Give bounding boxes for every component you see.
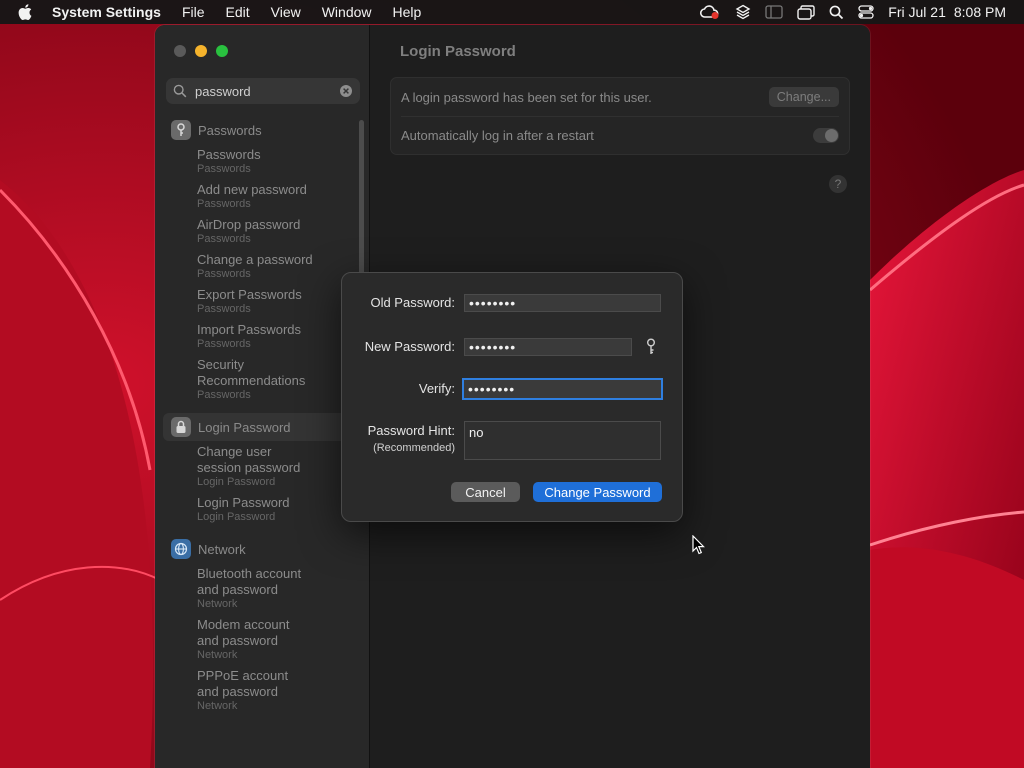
list-item[interactable]: Bluetooth account and password Network [163,563,355,614]
password-hint-label: Password Hint: [367,423,455,438]
category-label: Login Password [198,419,291,435]
cancel-button[interactable]: Cancel [451,482,520,502]
password-status-text: A login password has been set for this u… [401,89,652,105]
spotlight-search-icon[interactable] [829,0,844,24]
creative-cloud-icon[interactable] [699,0,721,24]
list-item[interactable]: Security Recommendations Passwords [163,354,355,405]
verify-password-field[interactable]: •••••••• [462,378,663,400]
menu-help[interactable]: Help [393,4,422,20]
sidebar: password Passwords Passwords Passwords Ad… [155,25,370,768]
auto-login-toggle[interactable] [813,128,839,143]
new-password-field[interactable]: •••••••• [464,338,632,356]
menu-view[interactable]: View [271,4,301,20]
auto-login-label: Automatically log in after a restart [401,127,594,143]
minimize-window-button[interactable] [195,45,207,57]
search-icon [173,84,187,98]
page-title: Login Password [400,43,516,60]
clear-search-icon[interactable] [339,84,353,98]
search-results-list: Passwords Passwords Passwords Add new pas… [163,116,355,716]
list-item[interactable]: Change user session password Login Passwo… [163,441,355,492]
category-network[interactable]: Network [163,535,355,563]
login-password-card: A login password has been set for this u… [390,77,850,155]
verify-label: Verify: [418,381,455,396]
menu-bar: System Settings File Edit View Window He… [0,0,1024,24]
apple-icon[interactable] [18,4,34,20]
password-hint-recommended: (Recommended) [373,442,455,454]
menubar-time: 8:08 PM [953,4,1006,20]
old-password-label: Old Password: [370,295,455,310]
layers-icon[interactable] [735,0,751,24]
list-item[interactable]: Change a password Passwords [163,249,355,284]
menu-window[interactable]: Window [322,4,372,20]
sidebar-search-field[interactable]: password [166,78,360,104]
auto-login-row: Automatically log in after a restart [401,116,839,154]
control-center-icon[interactable] [858,0,874,24]
list-item[interactable]: PPPoE account and password Network [163,665,355,716]
search-input[interactable]: password [195,84,339,99]
category-passwords[interactable]: Passwords [163,116,355,144]
window-controls [174,45,237,57]
category-login-password[interactable]: Login Password [163,413,355,441]
close-window-button[interactable] [174,45,186,57]
new-password-label: New Password: [364,339,455,354]
list-item[interactable]: Modem account and password Network [163,614,355,665]
key-icon [171,120,191,140]
mouse-pointer-icon [692,534,706,560]
menubar-clock[interactable]: Fri Jul 21 8:08 PM [888,4,1006,20]
menu-file[interactable]: File [182,4,205,20]
zoom-window-button[interactable] [216,45,228,57]
list-item[interactable]: AirDrop password Passwords [163,214,355,249]
list-item[interactable]: Export Passwords Passwords [163,284,355,319]
change-password-submit-button[interactable]: Change Password [533,482,662,502]
password-status-row: A login password has been set for this u… [401,78,839,117]
change-password-button[interactable]: Change... [768,87,839,107]
list-item[interactable]: Login Password Login Password [163,492,355,527]
list-item[interactable]: Import Passwords Passwords [163,319,355,354]
menu-edit[interactable]: Edit [226,4,250,20]
window-stack-icon[interactable] [797,0,815,24]
globe-icon [171,539,191,559]
old-password-field[interactable]: •••••••• [464,294,661,312]
list-item[interactable]: Add new password Passwords [163,179,355,214]
sidebar-toggle-icon[interactable] [765,0,783,24]
menu-app-name[interactable]: System Settings [52,4,161,20]
list-item[interactable]: Passwords Passwords [163,144,355,179]
change-password-dialog: Old Password: •••••••• New Password: •••… [341,272,683,522]
category-label: Network [198,541,246,557]
lock-icon [171,417,191,437]
category-label: Passwords [198,122,262,138]
menubar-date: Fri Jul 21 [888,4,946,20]
help-button[interactable]: ? [829,175,847,193]
password-hint-field[interactable]: no [464,421,661,460]
password-assistant-key-icon[interactable] [643,337,659,355]
